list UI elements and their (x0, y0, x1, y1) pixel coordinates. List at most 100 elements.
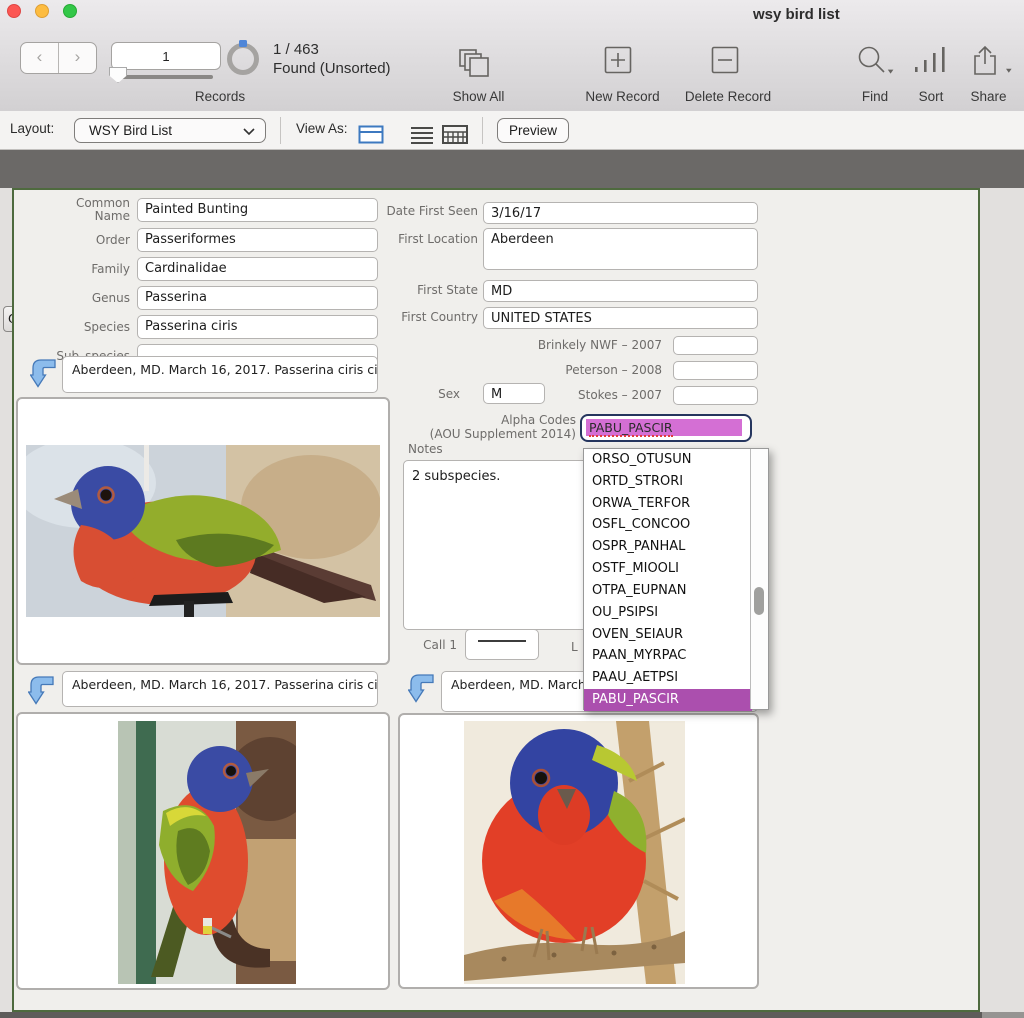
window-title: wsy bird list (753, 6, 840, 23)
previous-record-icon[interactable]: ‹ (21, 43, 59, 73)
dropdown-item[interactable]: OU_PSIPSI (584, 602, 752, 624)
found-status: Found (Unsorted) (273, 60, 391, 77)
layout-select[interactable]: WSY Bird List (74, 118, 266, 143)
family-field[interactable]: Cardinalidae (137, 257, 378, 281)
window-bottom-edge (0, 1012, 982, 1018)
preview-button[interactable]: Preview (497, 118, 569, 143)
share-button[interactable]: Share (966, 89, 1011, 104)
order-label: Order (38, 234, 130, 247)
dropdown-item[interactable]: PAAU_AETPSI (584, 667, 752, 689)
next-record-icon[interactable]: › (59, 43, 96, 73)
dropdown-item[interactable]: OVEN_SEIAUR (584, 624, 752, 646)
share-export-icon[interactable] (970, 44, 1016, 78)
records-label: Records (175, 89, 265, 104)
show-all-button[interactable]: Show All (436, 89, 521, 104)
divider (482, 117, 483, 144)
found-progress-marker-icon (239, 40, 247, 47)
record-number-input[interactable] (111, 42, 221, 70)
bird-photo-front[interactable] (464, 721, 685, 984)
layout-select-value: WSY Bird List (89, 123, 172, 138)
table-view-icon[interactable] (442, 125, 468, 144)
list-view-icon[interactable] (410, 125, 434, 144)
dropdown-item-selected[interactable]: PABU_PASCIR (584, 689, 752, 711)
common-name-label: Common Name (68, 197, 130, 223)
alpha-codes-dropdown: ORSO_OTUSUN ORTD_STRORI ORWA_TERFOR OSFL… (583, 448, 769, 710)
dropdown-item[interactable]: PAAN_MYRPAC (584, 645, 752, 667)
layout-label: Layout: (10, 121, 54, 136)
first-state-label: First State (368, 284, 478, 297)
chevron-down-icon (243, 127, 255, 136)
dropdown-item[interactable]: ORSO_OTUSUN (584, 449, 752, 471)
peterson-field[interactable] (673, 361, 758, 380)
find-magnifier-icon[interactable] (855, 44, 895, 78)
view-as-label: View As: (296, 121, 348, 136)
brinkely-nwf-field[interactable] (673, 336, 758, 355)
sex-field[interactable]: M (483, 383, 545, 404)
genus-label: Genus (38, 292, 130, 305)
audio-waveform-line-icon (478, 640, 526, 642)
common-name-field[interactable]: Painted Bunting (137, 198, 378, 222)
first-country-field[interactable]: UNITED STATES (483, 307, 758, 329)
found-progress-donut-icon (227, 43, 259, 75)
dropdown-item[interactable]: ORWA_TERFOR (584, 493, 752, 515)
dropdown-item[interactable]: OSPR_PANHAL (584, 536, 752, 558)
dropdown-item[interactable]: OTPA_EUPNAN (584, 580, 752, 602)
window-chrome: wsy bird list ‹ › Records 1 / 463 Found … (0, 0, 1024, 112)
first-location-label: First Location (368, 233, 478, 246)
insert-picture-arrow-icon[interactable] (30, 357, 56, 389)
peterson-label: Peterson – 2008 (512, 364, 662, 377)
dropdown-item[interactable]: ORTD_STRORI (584, 471, 752, 493)
bird-photo-profile[interactable] (26, 445, 380, 617)
new-record-button[interactable]: New Record (575, 89, 670, 104)
script-button-strip: Open Info File Cornell Bird Guide Montgo… (0, 150, 1024, 188)
first-state-field[interactable]: MD (483, 280, 758, 302)
photo-caption-bottom-left[interactable]: Aberdeen, MD. March 16, 2017. Passerina … (62, 671, 378, 707)
dropdown-scrollbar[interactable] (750, 449, 768, 709)
notes-label: Notes (408, 443, 448, 456)
date-first-seen-label: Date First Seen (368, 205, 478, 218)
order-field[interactable]: Passeriformes (137, 228, 378, 252)
brinkely-nwf-label: Brinkely NWF – 2007 (512, 339, 662, 352)
window-bottom-corner (982, 1012, 1024, 1018)
bird-photo-feeder[interactable] (118, 721, 296, 984)
partially-hidden-label: L (571, 640, 578, 654)
sex-label: Sex (428, 388, 460, 401)
found-fraction: 1 / 463 (273, 41, 319, 58)
close-icon[interactable] (7, 4, 21, 18)
species-label: Species (38, 321, 130, 334)
record-slider-thumb[interactable] (109, 67, 127, 83)
new-record-plus-icon[interactable] (604, 46, 632, 74)
layout-bar: Layout: WSY Bird List View As: Preview (0, 111, 1024, 150)
sort-bars-icon[interactable] (912, 47, 946, 74)
alpha-codes-label: Alpha Codes (416, 414, 576, 427)
date-first-seen-field[interactable]: 3/16/17 (483, 202, 758, 224)
record-nav-buttons[interactable]: ‹ › (20, 42, 97, 74)
alpha-codes-field[interactable]: PABU_PASCIR (580, 414, 752, 442)
delete-record-button[interactable]: Delete Record (678, 89, 778, 104)
insert-picture-arrow-icon[interactable] (408, 672, 434, 704)
divider (280, 117, 281, 144)
dropdown-scrollbar-thumb[interactable] (754, 587, 764, 615)
delete-record-minus-icon[interactable] (711, 46, 739, 74)
form-view-icon[interactable] (358, 125, 384, 144)
alpha-codes-selection-highlight: PABU_PASCIR (586, 419, 742, 436)
call1-label: Call 1 (415, 639, 457, 652)
dropdown-item[interactable]: OSFL_CONCOO (584, 514, 752, 536)
first-country-label: First Country (368, 311, 478, 324)
insert-picture-arrow-icon[interactable] (28, 674, 54, 706)
call1-audio-field[interactable] (465, 629, 539, 660)
sort-button[interactable]: Sort (911, 89, 951, 104)
show-all-stack-icon[interactable] (458, 48, 492, 78)
genus-field[interactable]: Passerina (137, 286, 378, 310)
photo-caption-top-left[interactable]: Aberdeen, MD. March 16, 2017. Passerina … (62, 356, 378, 393)
find-button[interactable]: Find (854, 89, 896, 104)
record-slider-track[interactable] (116, 75, 213, 79)
species-field[interactable]: Passerina ciris (137, 315, 378, 339)
first-location-field[interactable]: Aberdeen (483, 228, 758, 270)
filemaker-window: wsy bird list ‹ › Records 1 / 463 Found … (0, 0, 1024, 1018)
stokes-field[interactable] (673, 386, 758, 405)
zoom-icon[interactable] (63, 4, 77, 18)
minimize-icon[interactable] (35, 4, 49, 18)
dropdown-item[interactable]: OSTF_MIOOLI (584, 558, 752, 580)
alpha-codes-sublabel: (AOU Supplement 2014) (416, 428, 576, 441)
